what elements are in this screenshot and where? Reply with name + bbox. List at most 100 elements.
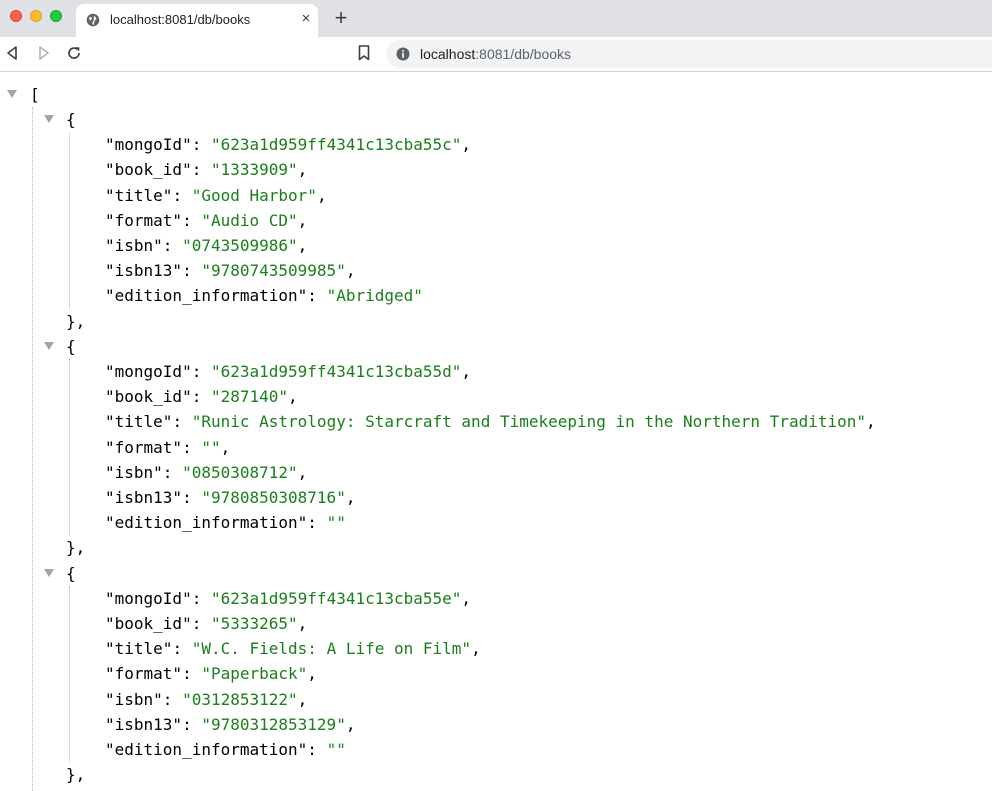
address-bar[interactable]: localhost:8081/db/books <box>386 40 992 68</box>
json-property: "edition_information": "" <box>105 510 346 535</box>
json-colon: : <box>162 236 183 255</box>
json-colon: : <box>191 387 211 407</box>
json-key: "edition_information" <box>105 740 308 759</box>
json-colon: : <box>307 740 327 759</box>
collapse-array-toggle[interactable] <box>7 90 17 98</box>
collapse-object-toggle[interactable] <box>44 115 54 123</box>
json-colon: : <box>182 664 202 684</box>
json-viewer: [ { "mongoId": "623a1d959ff4341c13cba55c"… <box>0 72 992 791</box>
json-colon: : <box>191 135 211 155</box>
object-open-brace: { <box>66 110 76 129</box>
json-comma: , <box>461 362 472 381</box>
json-key: "title" <box>105 185 173 205</box>
json-key: "mongoId" <box>105 135 192 155</box>
json-string-value: "5333265" <box>210 614 298 633</box>
json-key: "book_id" <box>105 160 192 180</box>
new-tab-button[interactable]: + <box>331 7 351 29</box>
json-key: "edition_information" <box>105 513 308 533</box>
json-comma: , <box>297 614 308 633</box>
json-colon: : <box>172 185 192 205</box>
json-string-value: "W.C. Fields: A Life on Film" <box>191 639 472 659</box>
json-colon: : <box>191 160 211 180</box>
object-indent-guide <box>69 132 70 309</box>
json-property: "format": "", <box>105 435 230 460</box>
array-indent-guide <box>32 107 33 791</box>
json-key: "format" <box>105 210 183 230</box>
json-string-value: "0743509986" <box>182 236 298 255</box>
json-comma: , <box>297 236 308 255</box>
json-comma: , <box>471 639 481 659</box>
json-comma: , <box>220 437 231 457</box>
json-comma: , <box>307 664 317 684</box>
json-colon: : <box>182 261 202 281</box>
json-comma: , <box>461 588 472 608</box>
json-string-value: "Audio CD" <box>201 210 298 230</box>
json-key: "title" <box>105 639 173 659</box>
url-host: localhost <box>420 46 476 62</box>
close-window-button[interactable] <box>10 10 22 22</box>
object-open-brace: { <box>66 563 76 583</box>
minimize-window-button[interactable] <box>30 10 42 22</box>
json-string-value: "9780312853129" <box>201 714 346 734</box>
json-colon: : <box>172 412 192 432</box>
json-key: "book_id" <box>105 614 192 633</box>
back-icon[interactable] <box>4 44 22 62</box>
json-string-value: "1333909" <box>210 160 298 180</box>
json-key: "isbn13" <box>105 714 183 734</box>
json-property: "isbn13": "9780312853129", <box>105 712 355 737</box>
json-colon: : <box>191 362 211 381</box>
json-property: "title": "Good Harbor", <box>105 183 327 208</box>
json-colon: : <box>307 286 327 306</box>
bookmark-icon[interactable] <box>356 44 372 62</box>
json-colon: : <box>182 488 202 507</box>
forward-icon[interactable] <box>34 44 52 62</box>
json-string-value: "0312853122" <box>182 689 298 709</box>
array-open-bracket: [ <box>30 85 40 104</box>
json-key: "mongoId" <box>105 362 192 381</box>
active-tab[interactable]: localhost:8081/db/books × <box>76 4 318 37</box>
json-property: "isbn": "0850308712", <box>105 460 307 485</box>
json-string-value: "" <box>326 513 346 533</box>
json-comma: , <box>297 462 308 482</box>
json-key: "format" <box>105 437 183 457</box>
json-property: "book_id": "287140", <box>105 384 298 409</box>
json-string-value: "Runic Astrology: Starcraft and Timekeep… <box>191 412 866 432</box>
json-property: "isbn13": "9780743509985", <box>105 258 355 283</box>
collapse-object-toggle[interactable] <box>44 341 54 350</box>
json-string-value: "623a1d959ff4341c13cba55e" <box>210 588 462 608</box>
json-comma: , <box>866 412 876 432</box>
object-close-brace: }, <box>66 538 86 558</box>
json-comma: , <box>297 689 308 709</box>
json-string-value: "623a1d959ff4341c13cba55d" <box>210 362 462 381</box>
json-key: "format" <box>105 664 183 684</box>
json-colon: : <box>162 462 183 482</box>
collapse-object-toggle[interactable] <box>44 568 54 577</box>
object-close-brace: }, <box>66 311 86 331</box>
info-icon[interactable] <box>396 47 410 61</box>
url-text: localhost:8081/db/books <box>420 46 571 62</box>
json-string-value: "9780743509985" <box>201 261 346 281</box>
zoom-window-button[interactable] <box>50 10 62 22</box>
json-key: "title" <box>105 412 173 432</box>
json-comma: , <box>288 387 298 407</box>
object-indent-guide <box>69 359 70 536</box>
json-key: "book_id" <box>105 387 192 407</box>
json-property: "mongoId": "623a1d959ff4341c13cba55c", <box>105 132 471 157</box>
json-string-value: "" <box>201 437 221 457</box>
json-property: "isbn13": "9780850308716", <box>105 485 355 510</box>
json-colon: : <box>162 689 183 709</box>
json-colon: : <box>307 513 327 533</box>
json-comma: , <box>461 135 472 155</box>
reload-icon[interactable] <box>65 44 83 62</box>
json-comma: , <box>345 488 356 507</box>
json-colon: : <box>191 614 211 633</box>
tab-title: localhost:8081/db/books <box>110 12 251 27</box>
json-comma: , <box>297 210 308 230</box>
json-comma: , <box>297 160 308 180</box>
tab-close-icon[interactable]: × <box>298 11 314 27</box>
json-property: "edition_information": "Abridged" <box>105 283 423 308</box>
object-open-brace: { <box>66 336 76 356</box>
url-path: :8081/db/books <box>475 46 572 62</box>
object-indent-guide <box>69 585 70 763</box>
json-property: "edition_information": "" <box>105 737 346 762</box>
